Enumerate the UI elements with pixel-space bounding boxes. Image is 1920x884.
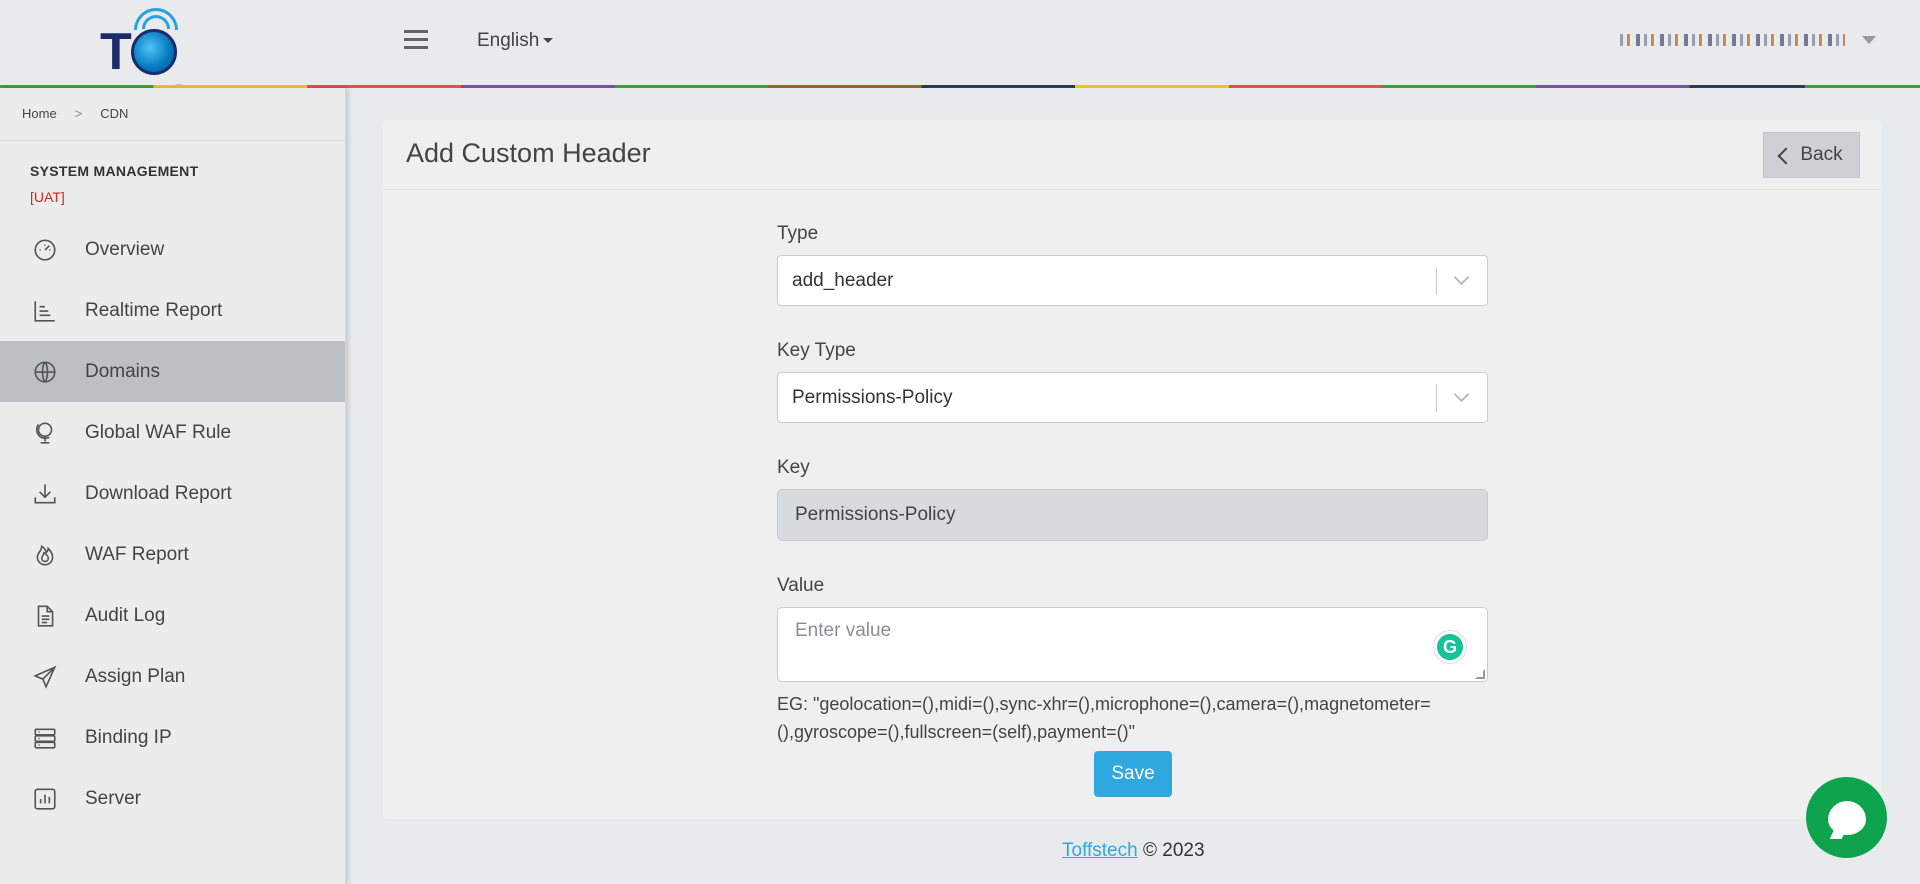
- sidebar-item-binding-ip[interactable]: Binding IP: [0, 707, 345, 768]
- chevron-down-icon[interactable]: [1453, 386, 1470, 403]
- sidebar-item-audit-log[interactable]: Audit Log: [0, 585, 345, 646]
- chart-square-icon: [30, 784, 60, 814]
- globe-stand-icon: [30, 418, 60, 448]
- select-separator: [1436, 384, 1437, 412]
- value-example-hint: EG: "geolocation=(),midi=(),sync-xhr=(),…: [777, 690, 1488, 746]
- chevron-left-icon: [1777, 147, 1795, 164]
- sidebar-item-label: Domains: [85, 360, 160, 382]
- dashboard-gauge-icon: [30, 235, 60, 265]
- sidebar-item-label: Binding IP: [85, 726, 172, 748]
- value-label: Value: [777, 575, 825, 596]
- sidebar-item-label: Audit Log: [85, 604, 166, 626]
- sidebar-item-label: WAF Report: [85, 543, 189, 565]
- page-title: Add Custom Header: [406, 138, 651, 168]
- sidebar-menu: Overview Realtime Report Domains Global …: [0, 219, 345, 829]
- sidebar-item-server[interactable]: Server: [0, 768, 345, 829]
- bar-chart-icon: [30, 296, 60, 326]
- hint-line: EG: "geolocation=(),midi=(),sync-xhr=(),…: [777, 694, 1431, 714]
- type-select[interactable]: add_header: [777, 255, 1488, 306]
- send-icon: [30, 662, 60, 692]
- back-button[interactable]: Back: [1763, 132, 1860, 178]
- sidebar-item-domains[interactable]: Domains: [0, 341, 345, 402]
- sidebar-item-label: Server: [85, 787, 141, 809]
- key-input: Permissions-Policy: [777, 489, 1488, 541]
- footer-link-toffstech[interactable]: Toffstech: [1062, 840, 1138, 861]
- sidebar-item-waf-report[interactable]: WAF Report: [0, 524, 345, 585]
- globe-icon: [30, 357, 60, 387]
- toffs-logo[interactable]: TFFS: [100, 8, 250, 130]
- key-label: Key: [777, 457, 810, 478]
- hint-line: (),gyroscope=(),fullscreen=(self),paymen…: [777, 722, 1136, 742]
- sidebar-item-download-report[interactable]: Download Report: [0, 463, 345, 524]
- sidebar-item-overview[interactable]: Overview: [0, 219, 345, 280]
- key-type-label: Key Type: [777, 340, 856, 361]
- sidebar-item-realtime-report[interactable]: Realtime Report: [0, 280, 345, 341]
- user-menu[interactable]: [1620, 34, 1845, 46]
- top-header: TFFS English: [0, 0, 1920, 130]
- card-header: Add Custom Header Back: [383, 120, 1882, 190]
- grammarly-icon[interactable]: G: [1434, 631, 1466, 663]
- user-menu-caret-icon[interactable]: [1862, 36, 1876, 44]
- footer: Toffstech © 2023: [1062, 840, 1205, 862]
- sidebar-item-label: Global WAF Rule: [85, 421, 232, 443]
- key-input-value: Permissions-Policy: [795, 504, 956, 525]
- add-custom-header-card: Add Custom Header Back Type add_header K…: [383, 120, 1882, 819]
- sidebar-item-global-waf-rule[interactable]: Global WAF Rule: [0, 402, 345, 463]
- sidebar-item-label: Assign Plan: [85, 665, 186, 687]
- chat-bubble-icon: [1827, 800, 1866, 835]
- fire-icon: [30, 540, 60, 570]
- resize-handle-icon[interactable]: [1475, 669, 1485, 679]
- menu-toggle-icon[interactable]: [404, 30, 428, 54]
- sidebar: Home > CDN SYSTEM MANAGEMENT [UAT] Overvie…: [0, 88, 346, 884]
- breadcrumb-separator-icon: >: [74, 106, 83, 121]
- value-textarea[interactable]: Enter value G: [777, 607, 1488, 682]
- save-button[interactable]: Save: [1094, 751, 1172, 797]
- breadcrumb: Home > CDN: [0, 88, 345, 141]
- caret-down-icon: [543, 38, 554, 44]
- language-dropdown[interactable]: English: [477, 30, 554, 52]
- chat-widget-button[interactable]: [1806, 777, 1887, 858]
- sidebar-item-label: Realtime Report: [85, 299, 223, 321]
- breadcrumb-home[interactable]: Home: [22, 106, 57, 121]
- server-rack-icon: [30, 723, 60, 753]
- document-icon: [30, 601, 60, 631]
- back-button-label: Back: [1800, 144, 1843, 165]
- key-type-select[interactable]: Permissions-Policy: [777, 372, 1488, 423]
- sidebar-item-label: Overview: [85, 238, 165, 260]
- chevron-down-icon[interactable]: [1453, 269, 1470, 286]
- sidebar-item-assign-plan[interactable]: Assign Plan: [0, 646, 345, 707]
- type-select-value: add_header: [792, 269, 894, 291]
- key-type-select-value: Permissions-Policy: [792, 386, 953, 408]
- download-icon: [30, 479, 60, 509]
- select-separator: [1436, 267, 1437, 295]
- sidebar-title: SYSTEM MANAGEMENT: [30, 163, 199, 179]
- footer-copyright: © 2023: [1142, 840, 1205, 861]
- breadcrumb-cdn[interactable]: CDN: [100, 106, 128, 121]
- language-label: English: [477, 30, 540, 51]
- type-label: Type: [777, 223, 819, 244]
- sidebar-item-label: Download Report: [85, 482, 232, 504]
- environment-tag: [UAT]: [30, 189, 65, 205]
- custom-header-form: Type add_header Key Type Permissions-Pol…: [777, 223, 1488, 746]
- value-placeholder: Enter value: [795, 620, 892, 641]
